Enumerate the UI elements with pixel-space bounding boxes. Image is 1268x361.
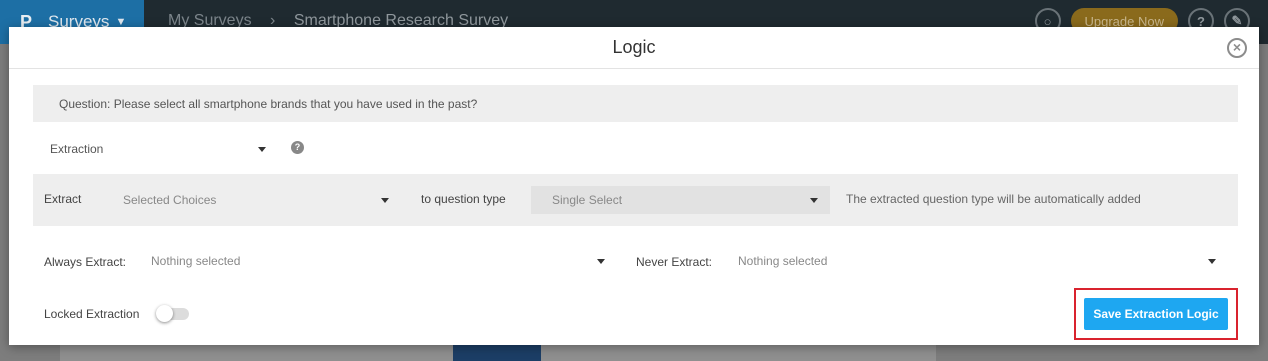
question-text: Question: Please select all smartphone b…: [33, 85, 1238, 122]
locked-extraction-toggle[interactable]: [156, 305, 189, 322]
logic-type-dropdown[interactable]: Extraction: [50, 139, 270, 159]
never-extract-label: Never Extract:: [636, 255, 713, 269]
chevron-down-icon: [258, 146, 266, 152]
never-extract-value: Nothing selected: [738, 254, 828, 268]
modal-title: Logic: [612, 37, 656, 57]
extract-label: Extract: [44, 192, 82, 206]
extract-choices-dropdown[interactable]: Selected Choices: [123, 186, 389, 214]
chevron-down-icon: [810, 197, 818, 203]
close-icon[interactable]: ×: [1227, 38, 1247, 58]
never-extract-dropdown[interactable]: Nothing selected: [738, 249, 1216, 273]
always-extract-value: Nothing selected: [151, 254, 241, 268]
question-type-value: Single Select: [552, 193, 623, 207]
chevron-down-icon: [597, 258, 605, 264]
question-type-dropdown[interactable]: Single Select: [531, 186, 830, 214]
logic-type-value: Extraction: [50, 142, 104, 156]
save-extraction-logic-button[interactable]: Save Extraction Logic: [1084, 298, 1228, 330]
extract-note: The extracted question type will be auto…: [846, 192, 1141, 206]
logic-modal: Logic × Question: Please select all smar…: [9, 27, 1259, 345]
help-icon[interactable]: ?: [291, 141, 304, 154]
to-question-type-label: to question type: [421, 192, 506, 206]
modal-header: Logic ×: [9, 27, 1259, 69]
toggle-knob: [156, 305, 173, 322]
always-extract-label: Always Extract:: [44, 255, 127, 269]
chevron-down-icon: [381, 197, 389, 203]
extract-choices-value: Selected Choices: [123, 193, 217, 207]
chevron-down-icon: [1208, 258, 1216, 264]
extract-settings-bar: Extract Selected Choices to question typ…: [33, 174, 1238, 226]
always-extract-dropdown[interactable]: Nothing selected: [151, 249, 605, 273]
locked-extraction-label: Locked Extraction: [44, 307, 140, 321]
